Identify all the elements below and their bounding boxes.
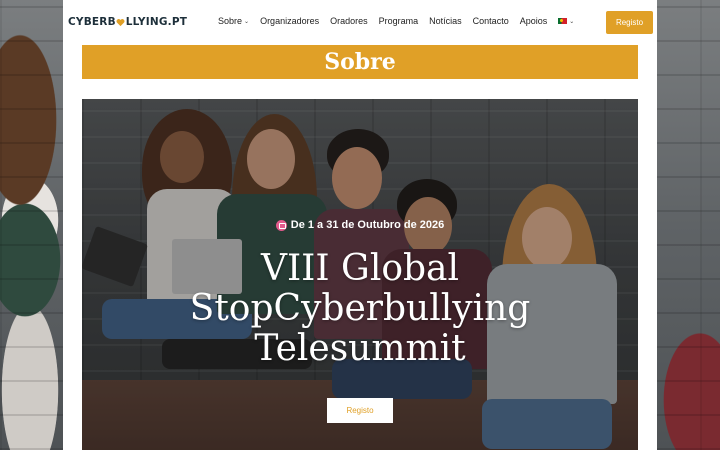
nav-item-label: Sobre: [218, 16, 243, 26]
page-title: Sobre: [324, 49, 396, 75]
site-logo[interactable]: CYBERB LLYING.PT: [68, 16, 187, 28]
logo-text-end: LLYING.PT: [125, 16, 188, 28]
nav-item-label: Contacto: [472, 16, 509, 26]
site-header: CYBERB LLYING.PT Sobre ⌄ Organizadores O…: [63, 0, 657, 45]
logo-text-start: CYBERB: [68, 16, 116, 28]
nav-item-apoios[interactable]: Apoios: [520, 16, 548, 26]
event-title-line: Telesummit: [254, 328, 466, 369]
heart-icon: [116, 18, 125, 26]
register-button[interactable]: Registo: [606, 11, 653, 34]
nav-item-contacto[interactable]: Contacto: [473, 16, 509, 26]
page-container: CYBERB LLYING.PT Sobre ⌄ Organizadores O…: [63, 0, 657, 450]
nav-item-label: Organizadores: [260, 16, 320, 26]
event-title-line: StopCyberbullying: [189, 288, 531, 329]
event-title-line: VIII Global: [260, 248, 460, 289]
nav-item-organizadores[interactable]: Organizadores: [260, 16, 319, 26]
nav-item-label: Apoios: [519, 16, 548, 26]
hero-register-button[interactable]: Registo: [327, 398, 393, 423]
nav-item-sobre[interactable]: Sobre ⌄: [218, 16, 249, 26]
nav-item-programa[interactable]: Programa: [379, 16, 419, 26]
event-title: VIII Global StopCyberbullying Telesummit: [82, 249, 638, 369]
portugal-flag-icon: [558, 18, 568, 24]
nav-item-label: Notícias: [429, 16, 462, 26]
calendar-icon: [275, 219, 287, 231]
nav-item-label: Oradores: [330, 16, 368, 26]
nav-item-oradores[interactable]: Oradores: [330, 16, 368, 26]
event-date-text: De 1 a 31 de Outubro de 2026: [290, 219, 445, 231]
nav-item-label: Programa: [378, 16, 419, 26]
chevron-down-icon: ⌄: [569, 18, 575, 25]
chevron-down-icon: ⌄: [244, 18, 250, 25]
nav-item-noticias[interactable]: Notícias: [429, 16, 462, 26]
main-nav: Sobre ⌄ Organizadores Oradores Programa …: [218, 16, 585, 26]
page-title-bar: Sobre: [82, 45, 638, 79]
language-selector[interactable]: ⌄: [558, 18, 574, 25]
event-date: De 1 a 31 de Outubro de 2026: [82, 219, 638, 231]
hero-banner: De 1 a 31 de Outubro de 2026 VIII Global…: [82, 99, 638, 450]
